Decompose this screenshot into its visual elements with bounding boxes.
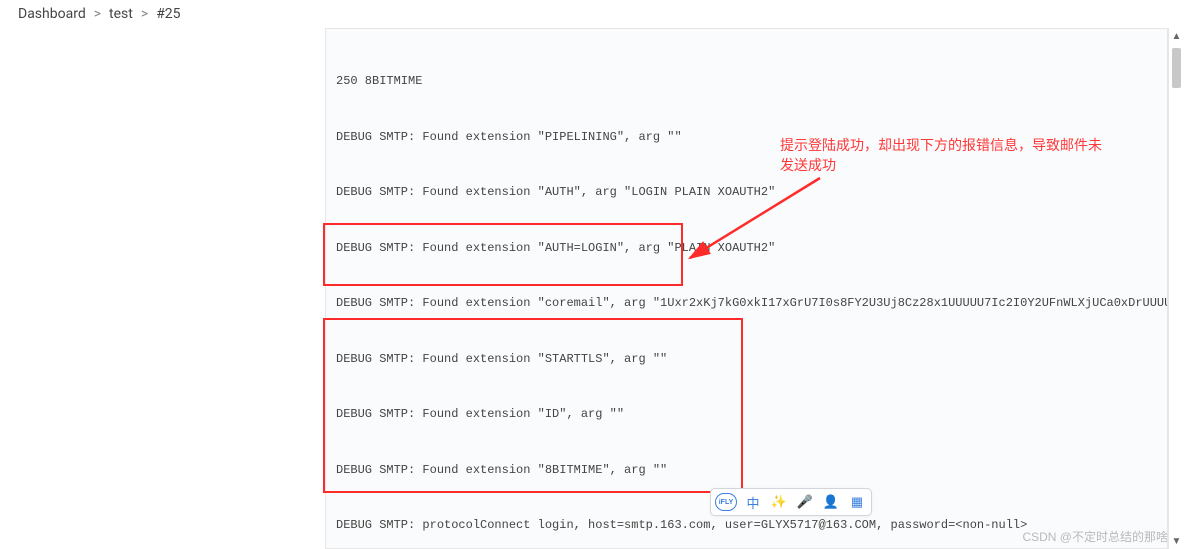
vertical-scrollbar[interactable]: ▲ ▼ xyxy=(1168,28,1184,549)
chevron-right-icon: > xyxy=(141,6,148,22)
log-line: DEBUG SMTP: Found extension "ID", arg "" xyxy=(336,405,1157,424)
log-line: DEBUG SMTP: Found extension "8BITMIME", … xyxy=(336,461,1157,480)
log-line: DEBUG SMTP: Found extension "AUTH=LOGIN"… xyxy=(336,239,1157,258)
scroll-up-icon[interactable]: ▲ xyxy=(1169,28,1184,44)
cn-input-icon[interactable]: 中 xyxy=(743,492,763,512)
watermark-text: CSDN @不定时总结的那啥 xyxy=(1022,528,1168,545)
log-line: DEBUG SMTP: Found extension "STARTTLS", … xyxy=(336,350,1157,369)
log-line: 250 8BITMIME xyxy=(336,72,1157,91)
console-log[interactable]: 250 8BITMIME DEBUG SMTP: Found extension… xyxy=(325,28,1168,549)
main-content: 250 8BITMIME DEBUG SMTP: Found extension… xyxy=(0,28,1184,549)
person-icon[interactable]: 👤 xyxy=(821,492,841,512)
chevron-right-icon: > xyxy=(94,6,101,22)
breadcrumb-item-build[interactable]: #25 xyxy=(156,6,180,22)
ime-toolbar[interactable]: iFLY 中 ✨ 🎤 👤 ▦ xyxy=(710,488,872,516)
ifly-badge-icon[interactable]: iFLY xyxy=(715,493,737,511)
mic-icon[interactable]: 🎤 xyxy=(795,492,815,512)
scroll-down-icon[interactable]: ▼ xyxy=(1169,533,1184,549)
annotation-text: 提示登陆成功，却出现下方的报错信息，导致邮件未发送成功 xyxy=(780,136,1110,175)
grid-icon[interactable]: ▦ xyxy=(847,492,867,512)
breadcrumb: Dashboard > test > #25 xyxy=(0,0,1184,28)
breadcrumb-item-test[interactable]: test xyxy=(109,6,133,22)
scroll-thumb[interactable] xyxy=(1172,48,1181,88)
breadcrumb-item-dashboard[interactable]: Dashboard xyxy=(18,6,86,22)
sparkle-icon[interactable]: ✨ xyxy=(769,492,789,512)
log-line: DEBUG SMTP: Found extension "coremail", … xyxy=(336,294,1157,313)
log-line: DEBUG SMTP: Found extension "AUTH", arg … xyxy=(336,183,1157,202)
